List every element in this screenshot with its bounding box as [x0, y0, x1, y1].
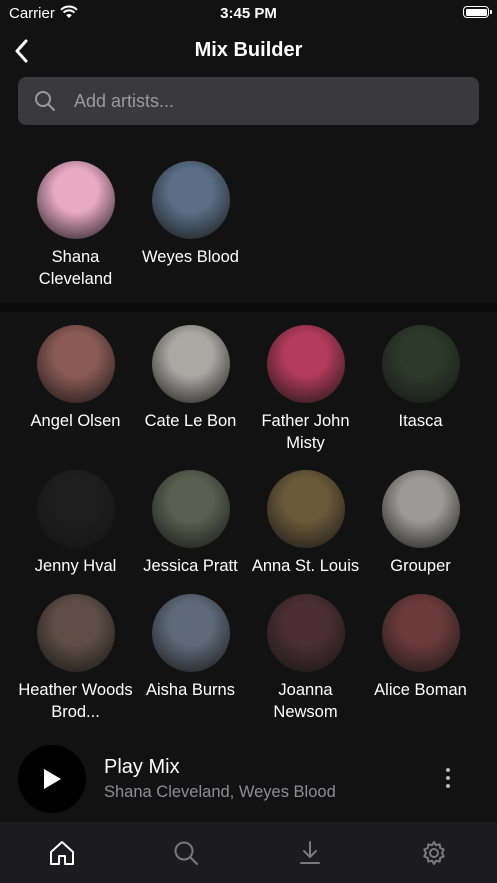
- status-bar: Carrier 3:45 PM: [0, 0, 497, 26]
- avatar: [36, 325, 115, 403]
- avatar: [151, 161, 230, 239]
- artist-name: Weyes Blood: [142, 248, 239, 266]
- artist-name: Anna St. Louis: [251, 557, 360, 575]
- more-dot: [446, 768, 450, 772]
- avatar: [266, 594, 345, 672]
- search-icon: [174, 841, 198, 865]
- play-button[interactable]: [18, 745, 86, 813]
- artist-item[interactable]: Joanna Newsom: [248, 594, 363, 723]
- artist-name: Shana Cleveland: [38, 248, 113, 288]
- settings-icon: [423, 840, 445, 865]
- avatar: [36, 594, 115, 672]
- page-title: Mix Builder: [194, 39, 303, 61]
- tab-bar: [0, 822, 497, 883]
- download-icon: [300, 840, 320, 864]
- avatar: [266, 325, 345, 403]
- player-subtitle: Shana Cleveland, Weyes Blood: [104, 783, 336, 801]
- avatar: [266, 470, 345, 548]
- artist-item[interactable]: Grouper: [363, 470, 478, 577]
- navigation-bar: Mix Builder: [0, 30, 497, 72]
- artist-name: Grouper: [390, 557, 451, 575]
- more-dot: [446, 784, 450, 788]
- section-divider: [0, 303, 497, 312]
- tab-search[interactable]: [124, 822, 248, 883]
- tab-settings[interactable]: [372, 822, 496, 883]
- artist-name: Cate Le Bon: [144, 412, 237, 430]
- battery-icon: [463, 6, 492, 18]
- avatar: [151, 594, 230, 672]
- avatar: [36, 161, 115, 239]
- play-icon: [44, 769, 61, 789]
- artist-item[interactable]: Jenny Hval: [18, 470, 133, 577]
- artist-item[interactable]: Alice Boman: [363, 594, 478, 701]
- artist-item[interactable]: Cate Le Bon: [133, 325, 248, 432]
- player-title: Play Mix: [104, 756, 180, 778]
- artist-name: Heather Woods Brod...: [18, 681, 133, 721]
- artist-name: Joanna Newsom: [273, 681, 338, 721]
- avatar: [381, 470, 460, 548]
- artist-name: Aisha Burns: [146, 681, 235, 699]
- selected-artist-item[interactable]: Shana Cleveland: [18, 161, 133, 290]
- artist-item[interactable]: Anna St. Louis: [248, 470, 363, 577]
- avatar: [151, 325, 230, 403]
- artist-item[interactable]: Aisha Burns: [133, 594, 248, 701]
- artist-name: Jessica Pratt: [143, 557, 238, 575]
- avatar: [381, 594, 460, 672]
- avatar: [36, 470, 115, 548]
- search-icon: [35, 91, 55, 111]
- artist-item[interactable]: Father John Misty: [248, 325, 363, 454]
- clock: 3:45 PM: [220, 5, 277, 22]
- artist-name: Alice Boman: [374, 681, 467, 699]
- home-icon: [50, 840, 74, 865]
- artist-name: Father John Misty: [261, 412, 350, 452]
- artist-item[interactable]: Angel Olsen: [18, 325, 133, 432]
- artist-item[interactable]: Heather Woods Brod...: [18, 594, 133, 723]
- avatar: [381, 325, 460, 403]
- tab-downloads[interactable]: [248, 822, 372, 883]
- search-input[interactable]: [74, 77, 464, 125]
- avatar: [151, 470, 230, 548]
- more-dot: [446, 776, 450, 780]
- more-options-button[interactable]: [438, 762, 458, 794]
- artist-name: Jenny Hval: [34, 557, 117, 575]
- mini-player: Play Mix Shana Cleveland, Weyes Blood: [0, 738, 497, 822]
- artist-name: Angel Olsen: [30, 412, 121, 430]
- artist-item[interactable]: Itasca: [363, 325, 478, 432]
- artist-item[interactable]: Jessica Pratt: [133, 470, 248, 577]
- tab-home[interactable]: [0, 822, 124, 883]
- search-field[interactable]: [18, 77, 479, 125]
- selected-artist-item[interactable]: Weyes Blood: [133, 161, 248, 268]
- artist-name: Itasca: [398, 412, 443, 430]
